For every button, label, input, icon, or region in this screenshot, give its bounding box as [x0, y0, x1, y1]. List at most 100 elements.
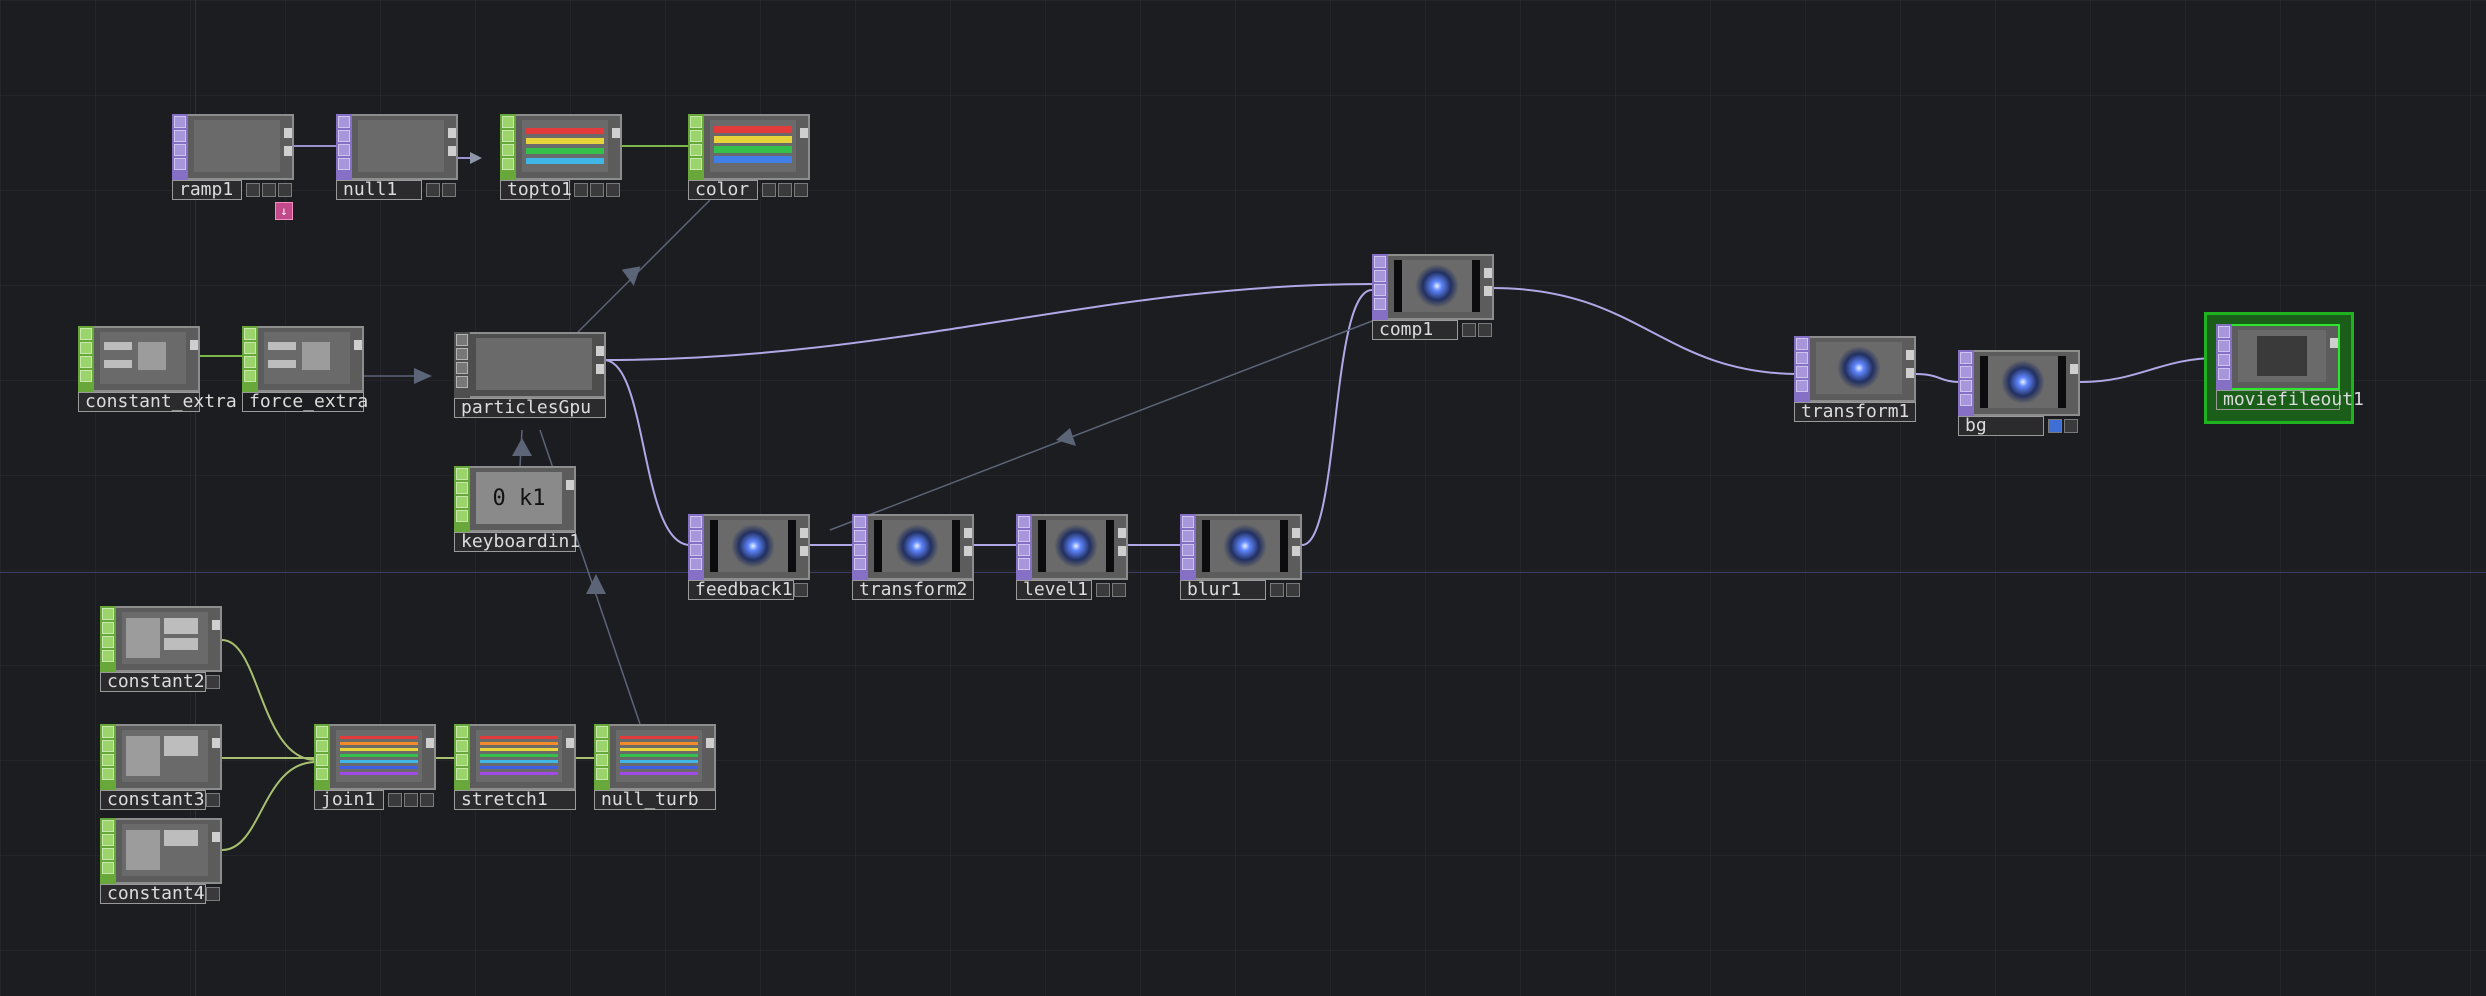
node-toggle[interactable]: [442, 183, 456, 197]
node-blur1[interactable]: blur1: [1180, 514, 1302, 600]
node-force-extra[interactable]: force_extra: [242, 326, 368, 412]
output-connector[interactable]: [1484, 286, 1492, 296]
node-label[interactable]: force_extra: [242, 392, 368, 412]
input-flag-icon[interactable]: [596, 754, 608, 766]
input-flag-icon[interactable]: [1796, 366, 1808, 378]
node-transform2[interactable]: transform2: [852, 514, 974, 600]
node-label[interactable]: stretch1: [454, 790, 576, 810]
node-toggle[interactable]: [262, 183, 276, 197]
node-flags[interactable]: [1372, 254, 1388, 320]
output-connector[interactable]: [1118, 546, 1126, 556]
node-toggle[interactable]: [1478, 323, 1492, 337]
output-connector[interactable]: [596, 364, 604, 374]
input-flag-icon[interactable]: [854, 558, 866, 570]
node-topto1[interactable]: topto1: [500, 114, 622, 200]
node-label[interactable]: constant2: [100, 672, 206, 692]
input-flag-icon[interactable]: [690, 144, 702, 156]
input-flag-icon[interactable]: [102, 768, 114, 780]
output-connector[interactable]: [1906, 350, 1914, 360]
input-flag-icon[interactable]: [102, 862, 114, 874]
node-flags[interactable]: [100, 724, 116, 790]
input-flag-icon[interactable]: [456, 468, 468, 480]
node-label[interactable]: keyboardin1: [454, 532, 580, 552]
node-moviefileout1[interactable]: moviefileout1: [2216, 324, 2364, 410]
input-flag-icon[interactable]: [1960, 380, 1972, 392]
input-flag-icon[interactable]: [1182, 544, 1194, 556]
input-flag-icon[interactable]: [316, 768, 328, 780]
output-connector[interactable]: [354, 340, 362, 350]
output-connector[interactable]: [284, 128, 292, 138]
input-flag-icon[interactable]: [1018, 544, 1030, 556]
output-connector[interactable]: [612, 128, 620, 138]
input-flag-icon[interactable]: [456, 740, 468, 752]
node-label[interactable]: color: [688, 180, 758, 200]
node-toggle[interactable]: [1096, 583, 1110, 597]
input-flag-icon[interactable]: [174, 158, 186, 170]
input-flag-icon[interactable]: [316, 754, 328, 766]
node-toggle[interactable]: [794, 583, 808, 597]
input-flag-icon[interactable]: [338, 158, 350, 170]
node-flags[interactable]: [1016, 514, 1032, 580]
node-toggle[interactable]: [206, 675, 220, 689]
input-flag-icon[interactable]: [2218, 340, 2230, 352]
down-arrow-icon[interactable]: ↓: [275, 202, 293, 220]
node-feedback1[interactable]: feedback1: [688, 514, 810, 600]
node-particles-gpu[interactable]: particlesGpu: [454, 332, 606, 418]
node-flags[interactable]: [688, 514, 704, 580]
node-ramp1[interactable]: ramp1: [172, 114, 294, 200]
input-flag-icon[interactable]: [456, 376, 468, 388]
input-flag-icon[interactable]: [456, 362, 468, 374]
input-flag-icon[interactable]: [102, 726, 114, 738]
node-bg[interactable]: bg: [1958, 350, 2080, 436]
input-flag-icon[interactable]: [596, 726, 608, 738]
node-flags[interactable]: [242, 326, 258, 392]
input-flag-icon[interactable]: [1796, 380, 1808, 392]
input-flag-icon[interactable]: [1374, 284, 1386, 296]
node-transform1[interactable]: transform1: [1794, 336, 1916, 422]
node-flags[interactable]: [454, 466, 470, 532]
node-toggle[interactable]: [388, 793, 402, 807]
input-flag-icon[interactable]: [102, 608, 114, 620]
node-toggle[interactable]: [420, 793, 434, 807]
node-constant-extra[interactable]: constant_extra: [78, 326, 237, 412]
node-label[interactable]: join1: [314, 790, 384, 810]
input-flag-icon[interactable]: [596, 768, 608, 780]
input-flag-icon[interactable]: [1796, 338, 1808, 350]
input-flag-icon[interactable]: [1960, 394, 1972, 406]
input-flag-icon[interactable]: [1796, 352, 1808, 364]
node-toggle[interactable]: [574, 183, 588, 197]
node-constant3[interactable]: constant3: [100, 724, 222, 810]
input-flag-icon[interactable]: [244, 370, 256, 382]
input-flag-icon[interactable]: [854, 516, 866, 528]
output-connector[interactable]: [596, 346, 604, 356]
node-label[interactable]: null1: [336, 180, 422, 200]
input-flag-icon[interactable]: [244, 328, 256, 340]
node-toggle[interactable]: [404, 793, 418, 807]
node-flags[interactable]: [336, 114, 352, 180]
input-flag-icon[interactable]: [102, 650, 114, 662]
node-flags[interactable]: [454, 724, 470, 790]
node-label[interactable]: constant_extra: [78, 392, 237, 412]
input-flag-icon[interactable]: [338, 116, 350, 128]
output-connector[interactable]: [1292, 546, 1300, 556]
input-flag-icon[interactable]: [1182, 516, 1194, 528]
input-flag-icon[interactable]: [80, 342, 92, 354]
node-toggle[interactable]: [426, 183, 440, 197]
input-flag-icon[interactable]: [174, 116, 186, 128]
input-flag-icon[interactable]: [1182, 558, 1194, 570]
input-flag-icon[interactable]: [316, 740, 328, 752]
input-flag-icon[interactable]: [102, 834, 114, 846]
input-flag-icon[interactable]: [102, 754, 114, 766]
node-color[interactable]: color: [688, 114, 810, 200]
input-flag-icon[interactable]: [174, 144, 186, 156]
input-flag-icon[interactable]: [102, 622, 114, 634]
output-connector[interactable]: [212, 832, 220, 842]
node-toggle[interactable]: [2064, 419, 2078, 433]
node-label[interactable]: transform2: [852, 580, 974, 600]
node-flags[interactable]: [852, 514, 868, 580]
output-connector[interactable]: [1118, 528, 1126, 538]
node-level1[interactable]: level1: [1016, 514, 1128, 600]
output-connector[interactable]: [1906, 368, 1914, 378]
input-flag-icon[interactable]: [1182, 530, 1194, 542]
node-toggle[interactable]: [2048, 419, 2062, 433]
